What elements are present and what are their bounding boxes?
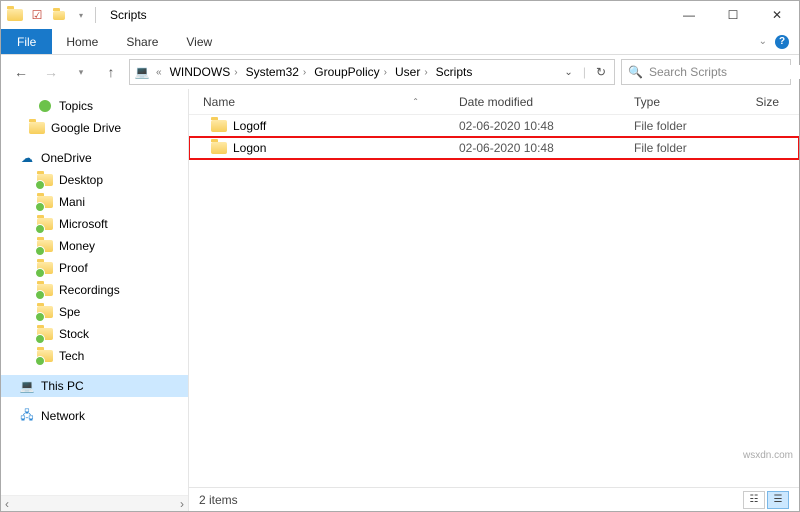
file-tab[interactable]: File bbox=[1, 29, 52, 54]
folder-icon bbox=[29, 120, 45, 136]
folder-icon bbox=[37, 238, 53, 254]
crumb-user[interactable]: User bbox=[395, 65, 420, 79]
ribbon-expand-icon[interactable]: ⌄ bbox=[759, 36, 767, 47]
minimize-button[interactable]: — bbox=[667, 1, 711, 29]
status-text: 2 items bbox=[199, 493, 238, 507]
explorer-window: ☑ ▾ Scripts — ☐ ✕ File Home Share View ⌄… bbox=[0, 0, 800, 512]
checkbox-qat-icon[interactable]: ☑ bbox=[29, 7, 45, 23]
file-date: 02-06-2020 10:48 bbox=[459, 119, 634, 133]
tree-item-stock[interactable]: Stock bbox=[1, 323, 188, 345]
tab-view[interactable]: View bbox=[172, 29, 226, 54]
topics-icon bbox=[37, 98, 53, 114]
network-icon: 🖧 bbox=[19, 408, 35, 424]
folder-icon bbox=[211, 140, 227, 156]
tree-item-microsoft[interactable]: Microsoft bbox=[1, 213, 188, 235]
file-row[interactable]: Logon 02-06-2020 10:48File folder bbox=[189, 137, 799, 159]
window-controls: — ☐ ✕ bbox=[667, 1, 799, 29]
chevron-right-icon[interactable]: › bbox=[384, 67, 387, 78]
file-name: Logon bbox=[233, 141, 266, 155]
file-list[interactable]: Logoff 02-06-2020 10:48File folder Logon 02… bbox=[189, 115, 799, 487]
content-pane: Name ⌃ Date modified Type Size Logoff 02-… bbox=[189, 89, 799, 511]
status-bar: 2 items ☷ ☰ bbox=[189, 487, 799, 511]
tab-share[interactable]: Share bbox=[112, 29, 172, 54]
file-name: Logoff bbox=[233, 119, 266, 133]
tree-item-spe[interactable]: Spe bbox=[1, 301, 188, 323]
recent-dropdown[interactable]: ▾ bbox=[69, 60, 93, 84]
tree-item-google-drive[interactable]: Google Drive bbox=[1, 117, 188, 139]
tree-item-proof[interactable]: Proof bbox=[1, 257, 188, 279]
search-input[interactable] bbox=[649, 65, 800, 79]
maximize-button[interactable]: ☐ bbox=[711, 1, 755, 29]
qat-dropdown-icon[interactable]: ▾ bbox=[73, 7, 89, 23]
folder-icon bbox=[37, 194, 53, 210]
address-bar[interactable]: 💻 « WINDOWS› System32› GroupPolicy› User… bbox=[129, 59, 615, 85]
address-dropdown-icon[interactable]: ⌄ bbox=[564, 67, 572, 78]
tab-home[interactable]: Home bbox=[52, 29, 112, 54]
folder-icon bbox=[37, 260, 53, 276]
tree-item-this-pc[interactable]: 💻 This PC bbox=[1, 375, 188, 397]
back-button[interactable]: ← bbox=[9, 60, 33, 84]
tree-item-tech[interactable]: Tech bbox=[1, 345, 188, 367]
folder-icon bbox=[37, 326, 53, 342]
tree-item-money[interactable]: Money bbox=[1, 235, 188, 257]
forward-button: → bbox=[39, 60, 63, 84]
tree-item-network[interactable]: 🖧 Network bbox=[1, 405, 188, 427]
ribbon: File Home Share View ⌄ ? bbox=[1, 29, 799, 55]
sort-indicator-icon: ⌃ bbox=[412, 97, 419, 106]
window-title: Scripts bbox=[110, 8, 147, 22]
nav-tree[interactable]: Topics Google Drive ☁ OneDrive DesktopMa… bbox=[1, 89, 189, 511]
help-icon[interactable]: ? bbox=[775, 35, 789, 49]
crumb-system32[interactable]: System32 bbox=[246, 65, 299, 79]
search-icon: 🔍 bbox=[628, 65, 643, 79]
pc-icon: 💻 bbox=[19, 378, 35, 394]
up-button[interactable]: ↑ bbox=[99, 60, 123, 84]
col-date[interactable]: Date modified bbox=[459, 95, 634, 109]
column-headers[interactable]: Name ⌃ Date modified Type Size bbox=[189, 89, 799, 115]
search-box[interactable]: 🔍 bbox=[621, 59, 791, 85]
col-type[interactable]: Type bbox=[634, 95, 744, 109]
close-button[interactable]: ✕ bbox=[755, 1, 799, 29]
chevron-right-icon[interactable]: › bbox=[234, 67, 237, 78]
tree-item-onedrive[interactable]: ☁ OneDrive bbox=[1, 147, 188, 169]
file-date: 02-06-2020 10:48 bbox=[459, 141, 634, 155]
refresh-icon[interactable]: ↻ bbox=[596, 65, 606, 79]
tree-scrollbar[interactable]: ‹› bbox=[1, 495, 188, 511]
tree-item-desktop[interactable]: Desktop bbox=[1, 169, 188, 191]
col-size[interactable]: Size bbox=[744, 95, 799, 109]
watermark: wsxdn.com bbox=[743, 450, 793, 461]
col-name[interactable]: Name ⌃ bbox=[189, 95, 459, 109]
chevron-right-icon[interactable]: › bbox=[424, 67, 427, 78]
pc-icon: 💻 bbox=[134, 64, 150, 80]
address-row: ← → ▾ ↑ 💻 « WINDOWS› System32› GroupPoli… bbox=[1, 55, 799, 89]
view-details[interactable]: ☰ bbox=[767, 491, 789, 509]
folder-icon bbox=[37, 304, 53, 320]
title-bar: ☑ ▾ Scripts — ☐ ✕ bbox=[1, 1, 799, 29]
tree-item-topics[interactable]: Topics bbox=[1, 95, 188, 117]
tree-item-mani[interactable]: Mani bbox=[1, 191, 188, 213]
file-row[interactable]: Logoff 02-06-2020 10:48File folder bbox=[189, 115, 799, 137]
folder-icon bbox=[37, 348, 53, 364]
folder-icon bbox=[37, 172, 53, 188]
cloud-icon: ☁ bbox=[19, 150, 35, 166]
file-type: File folder bbox=[634, 119, 744, 133]
folder-icon bbox=[37, 216, 53, 232]
file-type: File folder bbox=[634, 141, 744, 155]
view-large-icons[interactable]: ☷ bbox=[743, 491, 765, 509]
folder-icon bbox=[7, 7, 23, 23]
crumb-scripts[interactable]: Scripts bbox=[436, 65, 473, 79]
folder-icon bbox=[211, 118, 227, 134]
tree-item-recordings[interactable]: Recordings bbox=[1, 279, 188, 301]
folder-icon bbox=[37, 282, 53, 298]
chevron-right-icon[interactable]: › bbox=[303, 67, 306, 78]
crumb-grouppolicy[interactable]: GroupPolicy bbox=[314, 65, 379, 79]
crumb-windows[interactable]: WINDOWS bbox=[170, 65, 231, 79]
folder-small-icon bbox=[51, 7, 67, 23]
chevron-right-icon[interactable]: « bbox=[156, 67, 162, 78]
